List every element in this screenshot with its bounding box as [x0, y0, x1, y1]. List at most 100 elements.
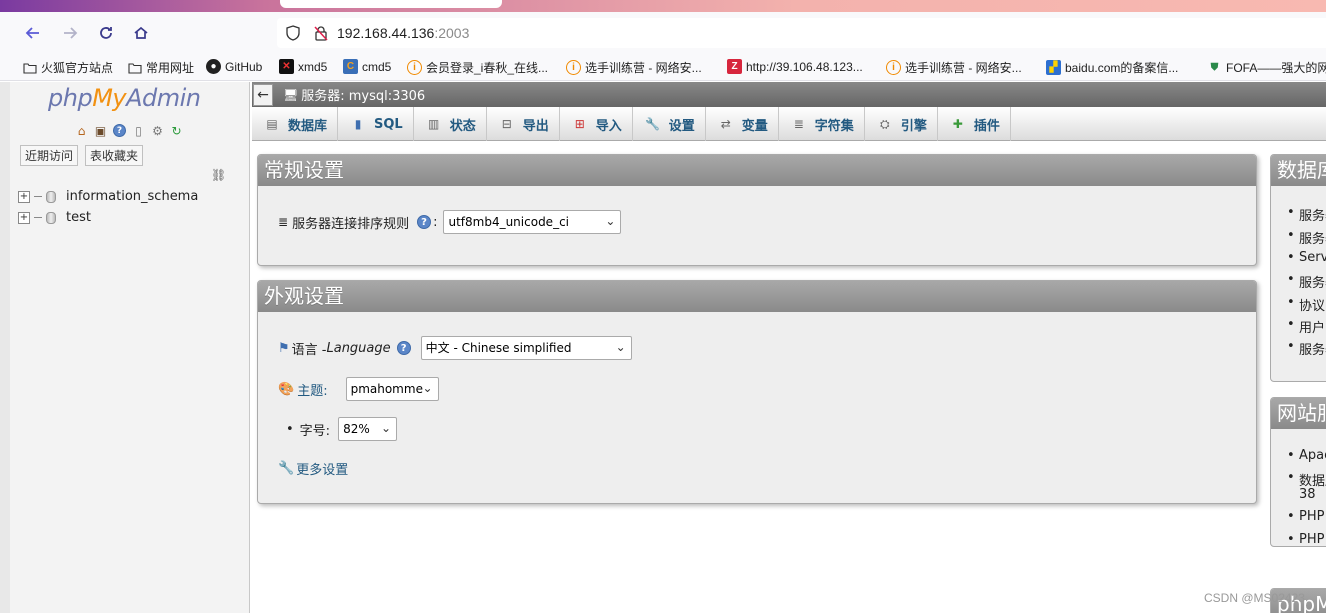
palette-icon: 🎨 — [278, 381, 295, 397]
fontsize-label: 字号: — [299, 423, 331, 439]
panel-edge — [0, 82, 10, 613]
help-icon[interactable]: ? — [396, 341, 411, 355]
server-link[interactable]: 🖥 服务器: mysql:3306 — [283, 85, 425, 105]
theme-dropdown[interactable]: pmahomme — [345, 377, 439, 401]
wrench-icon: 🔧 — [278, 461, 295, 476]
back-button[interactable] — [21, 21, 45, 45]
variables-icon: ⇄ — [720, 117, 731, 131]
bookmark-github[interactable]: ● GitHub — [206, 59, 262, 74]
tab-status[interactable]: ▥ 状态 — [414, 107, 487, 141]
tab-recent[interactable]: 近期访问 — [20, 145, 79, 166]
tab-plugins[interactable]: ✚ 插件 — [938, 107, 1011, 141]
web-server-panel: 网站服务器 Apache 数据库 38 PHP PHP — [1270, 397, 1326, 547]
language-select[interactable]: 中文 - Chinese simplified ⌄ — [420, 336, 632, 360]
database-icon: ▤ — [266, 117, 278, 131]
bookmark-ichunqiu-login[interactable]: i 会员登录_i春秋_在线... — [407, 59, 548, 76]
home-icon[interactable]: ⌂ — [73, 122, 90, 139]
link-icon[interactable]: ⛓ — [211, 168, 226, 182]
database-icon — [46, 211, 56, 224]
list-item: Server — [1287, 250, 1326, 265]
bookmark-label: 选手训练营 - 网络安... — [905, 61, 1022, 75]
list-item: 用户 — [1287, 317, 1325, 336]
watermark: CSDN @MS02423 — [1204, 591, 1305, 605]
server-label[interactable]: 服务器: mysql:3306 — [301, 85, 425, 104]
home-button[interactable] — [129, 21, 153, 45]
ichunqiu-icon: i — [407, 60, 422, 75]
db-name[interactable]: information_schema — [66, 189, 198, 204]
theme-label[interactable]: 主题: — [297, 380, 327, 399]
ichunqiu-icon: i — [886, 60, 901, 75]
bullet: • — [286, 421, 294, 437]
url-bar[interactable]: 192.168.44.136:2003 — [277, 18, 1326, 48]
top-menu-tabs: ▤ 数据库 ▮ SQL ▥ 状态 ⊟ 导出 ⊞ 导入 🔧 设置 ⇄ 变量 ≣ 字符集 ⛭ 引擎 ✚… — [252, 107, 1326, 141]
tab-export[interactable]: ⊟ 导出 — [487, 107, 560, 141]
list-item: 38 — [1299, 487, 1316, 502]
expand-icon[interactable]: + — [18, 211, 30, 224]
docs-icon[interactable]: ▯ — [130, 122, 147, 139]
bookmark-label: GitHub — [225, 59, 263, 74]
db-tree-item[interactable]: + test — [18, 210, 91, 225]
plugin-icon: ✚ — [952, 117, 963, 131]
tab-sql[interactable]: ▮ SQL — [338, 107, 414, 141]
help-icon[interactable]: ? — [111, 122, 128, 139]
server-breadcrumb: ← 🖥 服务器: mysql:3306 — [252, 82, 1326, 107]
collapse-panel-button[interactable]: ← — [253, 83, 273, 106]
navigation-panel: phpMyAdmin ⌂ ▣ ? ▯ ⚙ ↻ 近期访问 表收藏夹 ⛓ + inf… — [0, 82, 250, 613]
insecure-lock-icon[interactable] — [313, 25, 329, 41]
bookmark-xmd5[interactable]: ✕ xmd5 — [279, 59, 327, 74]
collation-row: ≣ 服务器连接排序规则 ? : utf8mb4_unicode_ci ⌄ — [278, 210, 622, 234]
db-name[interactable]: test — [66, 210, 91, 225]
language-row: ⚑ 语言 - Language ? 中文 - Chinese simplifie… — [278, 336, 632, 360]
engine-icon: ⛭ — [880, 116, 890, 131]
active-tab-edge[interactable] — [280, 0, 502, 8]
bookmark-training-camp[interactable]: i 选手训练营 - 网络安... — [566, 59, 702, 76]
bookmark-folder-common[interactable]: 常用网址 — [127, 59, 194, 76]
forward-button[interactable] — [58, 21, 82, 45]
bookmark-label: http://39.106.48.123... — [746, 59, 863, 74]
fontsize-select[interactable]: 82% ⌄ — [338, 417, 398, 441]
url-text: 192.168.44.136:2003 — [337, 25, 470, 41]
tab-settings[interactable]: 🔧 设置 — [633, 107, 706, 141]
tab-charset[interactable]: ≣ 字符集 — [779, 107, 865, 141]
bookmark-baidu-beian[interactable]: ▞ baidu.com的备案信... — [1046, 59, 1178, 76]
import-icon: ⊞ — [574, 117, 585, 131]
bookmark-folder-firefox[interactable]: 火狐官方站点 — [22, 59, 113, 76]
more-settings-link[interactable]: 更多设置 — [296, 459, 348, 478]
language-icon: ⚑ — [278, 340, 290, 356]
tab-databases[interactable]: ▤ 数据库 — [252, 107, 339, 141]
fontsize-dropdown[interactable]: 82% — [338, 417, 398, 441]
expand-icon[interactable]: + — [18, 190, 30, 203]
bookmark-cmd5[interactable]: C cmd5 — [343, 59, 391, 74]
tab-variables[interactable]: ⇄ 变量 — [706, 107, 779, 141]
bookmark-ip-link[interactable]: Z http://39.106.48.123... — [727, 59, 863, 74]
bookmark-fofa[interactable]: ⛊ FOFA——强大的网 — [1207, 59, 1326, 76]
logout-icon[interactable]: ▣ — [92, 122, 109, 139]
reload-button[interactable] — [94, 21, 118, 45]
server-icon: 🖥 — [283, 87, 299, 102]
help-icon[interactable]: ? — [417, 215, 432, 229]
tab-engines[interactable]: ⛭ 引擎 — [865, 107, 938, 141]
phpmyadmin-logo[interactable]: phpMyAdmin — [48, 84, 201, 112]
language-label-en: Language — [326, 340, 391, 356]
tab-favorites[interactable]: 表收藏夹 — [85, 145, 144, 166]
collation-select[interactable]: utf8mb4_unicode_ci ⌄ — [443, 210, 622, 234]
export-icon: ⊟ — [501, 117, 512, 131]
gear-icon[interactable]: ⚙ — [149, 122, 166, 139]
collation-dropdown[interactable]: utf8mb4_unicode_ci — [443, 210, 622, 234]
panel-title: 常规设置 — [258, 155, 1256, 186]
xmd5-icon: ✕ — [279, 59, 294, 74]
nav-icon-bar: ⌂ ▣ ? ▯ ⚙ ↻ — [73, 122, 185, 139]
shield-icon[interactable] — [285, 25, 301, 41]
wrench-icon: 🔧 — [645, 117, 661, 131]
reload-icon[interactable]: ↻ — [168, 122, 185, 139]
theme-row: 🎨 主题: pmahomme ⌄ — [278, 377, 439, 401]
theme-select[interactable]: pmahomme ⌄ — [345, 377, 439, 401]
bookmark-label: 常用网址 — [146, 61, 195, 75]
bookmark-label: baidu.com的备案信... — [1065, 61, 1179, 75]
list-item: 协议 — [1287, 295, 1325, 314]
bookmark-training-camp-2[interactable]: i 选手训练营 - 网络安... — [886, 59, 1022, 76]
tab-import[interactable]: ⊞ 导入 — [560, 107, 633, 141]
status-icon: ▥ — [428, 117, 440, 131]
language-dropdown[interactable]: 中文 - Chinese simplified — [420, 336, 632, 360]
db-tree-item[interactable]: + information_schema — [18, 189, 198, 204]
